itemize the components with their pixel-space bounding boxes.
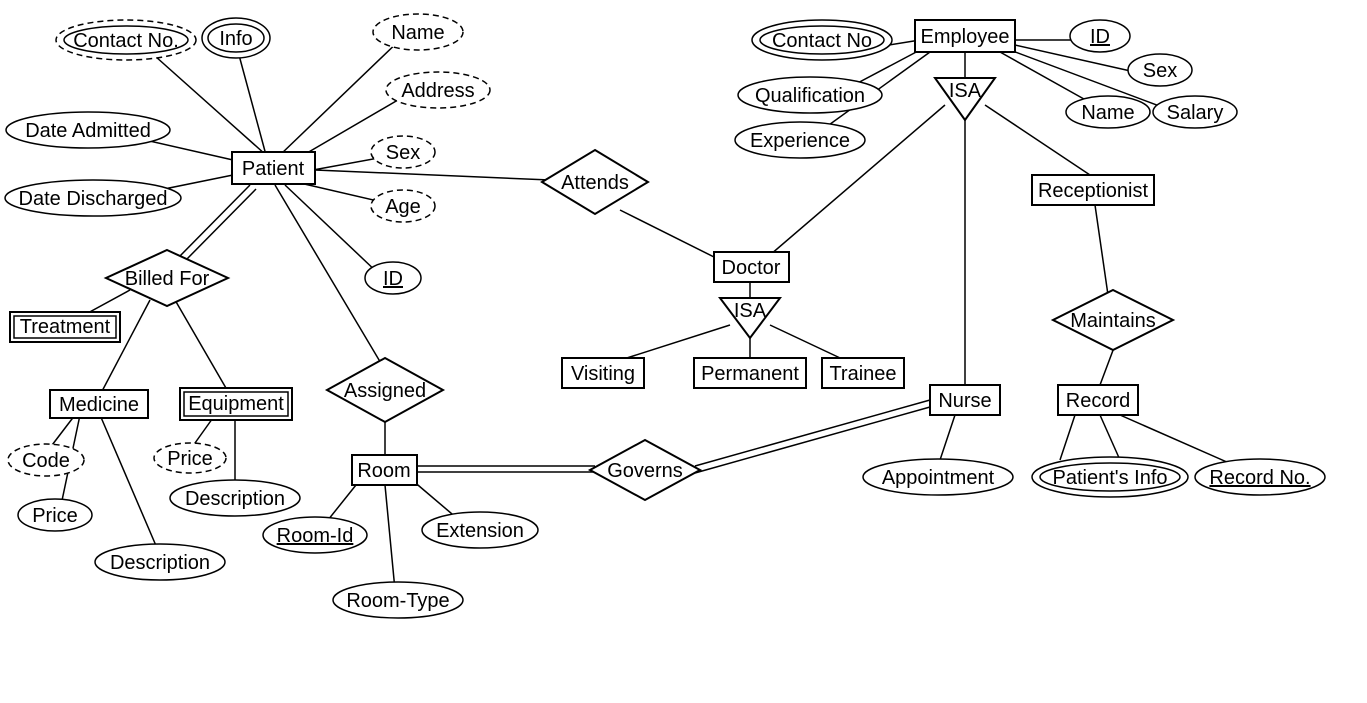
attr-patient-date-admitted: Date Admitted [6,112,170,148]
attr-medicine-code: Code [8,444,84,476]
entity-employee-label: Employee [921,26,1010,48]
rel-governs: Governs [590,440,700,500]
entity-receptionist: Receptionist [1032,175,1154,205]
attr-patient-id: ID [365,262,421,294]
entity-treatment: Treatment [10,312,120,342]
entity-visiting-label: Visiting [571,363,635,385]
attr-patient-name: Name [373,14,463,50]
attr-employee-name-label: Name [1081,102,1134,124]
entity-record-label: Record [1066,390,1130,412]
attr-patient-date-discharged: Date Discharged [5,180,181,216]
attr-equipment-description: Description [170,480,300,516]
attr-nurse-appointment: Appointment [863,459,1013,495]
attr-patient-date-discharged-label: Date Discharged [19,188,168,210]
attr-room-type: Room-Type [333,582,463,618]
attr-employee-name: Name [1066,96,1150,128]
attr-medicine-code-label: Code [22,450,70,472]
attr-employee-sex-label: Sex [1143,60,1177,82]
attr-nurse-appointment-label: Appointment [882,467,995,489]
attr-medicine-description-label: Description [110,552,210,574]
attr-equipment-price-label: Price [167,448,213,470]
attr-medicine-description: Description [95,544,225,580]
isa-doctor-label: ISA [734,300,767,322]
attr-patient-info-label: Info [219,28,252,50]
attr-room-extension: Extension [422,512,538,548]
attr-patient-sex: Sex [371,136,435,168]
entity-room-label: Room [357,460,410,482]
attr-medicine-price-label: Price [32,505,78,527]
rel-maintains-label: Maintains [1070,310,1156,332]
entity-medicine: Medicine [50,390,148,418]
attr-employee-salary: Salary [1153,96,1237,128]
attr-employee-id: ID [1070,20,1130,52]
entity-employee: Employee [915,20,1015,52]
entity-room: Room [352,455,417,485]
attr-employee-id-label: ID [1090,26,1110,48]
attr-patient-id-label: ID [383,268,403,290]
isa-employee-label: ISA [949,80,982,102]
entity-nurse-label: Nurse [938,390,991,412]
entity-patient: Patient [232,152,315,184]
entity-receptionist-label: Receptionist [1038,180,1149,202]
rel-maintains: Maintains [1053,290,1173,350]
attr-patient-age-label: Age [385,196,421,218]
entity-treatment-label: Treatment [20,316,111,338]
attr-patient-contact-no: Contact No. [56,20,196,60]
entity-doctor-label: Doctor [722,257,781,279]
attr-patient-age: Age [371,190,435,222]
entity-medicine-label: Medicine [59,394,139,416]
attr-employee-experience: Experience [735,122,865,158]
entity-trainee: Trainee [822,358,904,388]
entity-nurse: Nurse [930,385,1000,415]
rel-attends-label: Attends [561,172,629,194]
attr-employee-qualification: Qualification [738,77,882,113]
isa-employee: ISA [935,78,995,120]
entity-equipment: Equipment [180,388,292,420]
attr-equipment-description-label: Description [185,488,285,510]
attr-record-record-no-label: Record No. [1209,467,1310,489]
rel-attends: Attends [542,150,648,214]
attr-employee-experience-label: Experience [750,130,850,152]
attr-patient-date-admitted-label: Date Admitted [25,120,151,142]
attr-employee-contact-no: Contact No [752,20,892,60]
attr-room-type-label: Room-Type [346,590,449,612]
isa-doctor: ISA [720,298,780,338]
attr-employee-salary-label: Salary [1167,102,1224,124]
attr-patient-address: Address [386,72,490,108]
er-diagram: Patient Employee Doctor Visiting Permane… [0,0,1367,703]
entity-permanent-label: Permanent [701,363,799,385]
attr-medicine-price: Price [18,499,92,531]
entity-record: Record [1058,385,1138,415]
attr-record-record-no: Record No. [1195,459,1325,495]
attr-record-patients-info: Patient's Info [1032,457,1188,497]
entity-visiting: Visiting [562,358,644,388]
attr-equipment-price: Price [154,443,226,473]
attr-patient-contact-no-label: Contact No. [73,30,179,52]
rel-governs-label: Governs [607,460,683,482]
rel-billed-for: Billed For [106,250,228,306]
attr-employee-qualification-label: Qualification [755,85,865,107]
attr-room-extension-label: Extension [436,520,524,542]
rel-billed-for-label: Billed For [125,268,210,290]
entity-patient-label: Patient [242,158,305,180]
entity-trainee-label: Trainee [829,363,896,385]
attr-employee-sex: Sex [1128,54,1192,86]
attr-patient-info: Info [202,18,270,58]
attr-room-id: Room-Id [263,517,367,553]
attr-room-id-label: Room-Id [277,525,354,547]
entity-doctor: Doctor [714,252,789,282]
attr-patient-address-label: Address [401,80,474,102]
attr-patient-sex-label: Sex [386,142,420,164]
rel-assigned-label: Assigned [344,380,426,402]
rel-assigned: Assigned [327,358,443,422]
attr-patient-name-label: Name [391,22,444,44]
attr-employee-contact-no-label: Contact No [772,30,872,52]
entity-equipment-label: Equipment [188,393,284,415]
attr-record-patients-info-label: Patient's Info [1053,467,1168,489]
entity-permanent: Permanent [694,358,806,388]
